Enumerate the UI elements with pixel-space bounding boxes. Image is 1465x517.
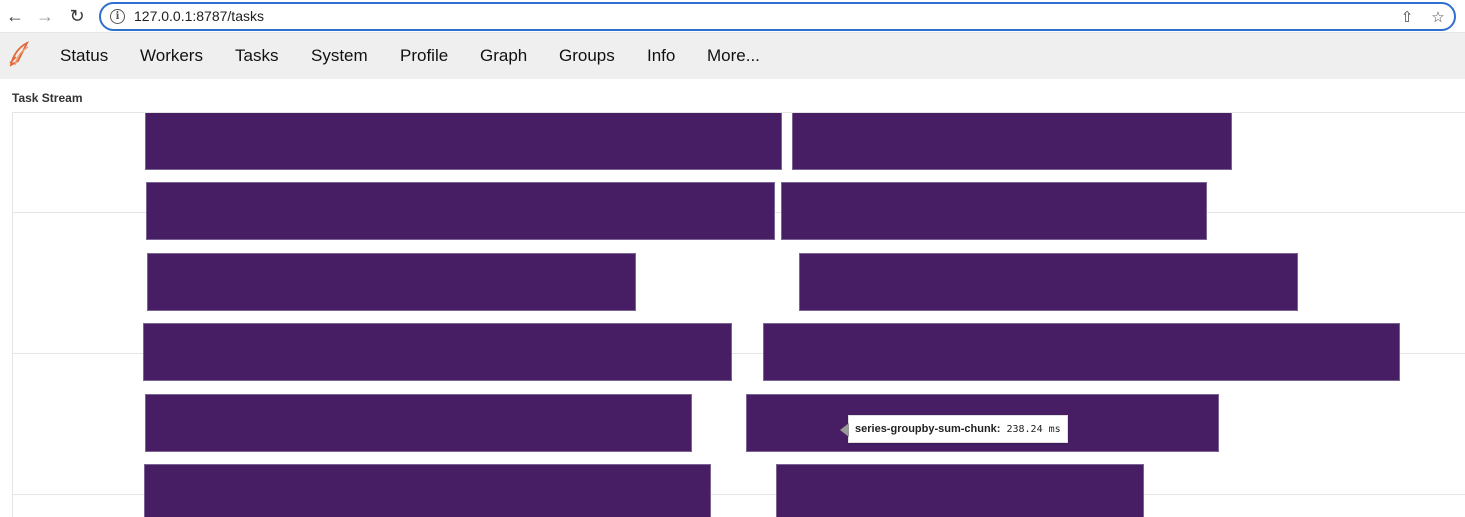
task-bar[interactable] — [799, 253, 1298, 311]
task-bar[interactable] — [147, 253, 636, 311]
task-bar[interactable] — [146, 182, 775, 240]
nav-status[interactable]: Status — [60, 46, 108, 66]
task-tooltip: series-groupby-sum-chunk: 238.24 ms — [840, 415, 1068, 443]
task-bar[interactable] — [145, 394, 692, 452]
share-icon[interactable]: ⇧ — [1397, 7, 1417, 27]
nav-info[interactable]: Info — [647, 46, 675, 66]
arrow-left-icon: ← — [6, 5, 24, 26]
task-bar[interactable] — [143, 323, 732, 381]
star-icon[interactable]: ☆ — [1428, 7, 1448, 27]
info-icon[interactable]: i — [110, 9, 125, 24]
task-stream-title: Task Stream — [12, 91, 83, 105]
app-navbar: Status Workers Tasks System Profile Grap… — [0, 33, 1465, 79]
nav-groups[interactable]: Groups — [559, 46, 615, 66]
task-stream-plot[interactable] — [12, 112, 1465, 517]
back-button[interactable]: ← — [3, 4, 27, 28]
url-text: 127.0.0.1:8787/tasks — [134, 8, 264, 24]
reload-button[interactable]: ↻ — [65, 4, 89, 28]
arrow-right-icon: → — [36, 5, 54, 26]
forward-button[interactable]: → — [33, 4, 57, 28]
dask-logo-icon[interactable] — [7, 41, 31, 69]
browser-toolbar: ← → ↻ i 127.0.0.1:8787/tasks ⇧ ☆ — [0, 0, 1465, 33]
nav-graph[interactable]: Graph — [480, 46, 527, 66]
nav-profile[interactable]: Profile — [400, 46, 448, 66]
task-bar[interactable] — [144, 464, 711, 517]
task-bar[interactable] — [792, 113, 1232, 170]
nav-workers[interactable]: Workers — [140, 46, 203, 66]
reload-icon: ↻ — [69, 5, 85, 26]
address-bar[interactable]: i 127.0.0.1:8787/tasks ⇧ ☆ — [99, 2, 1456, 31]
task-bar[interactable] — [776, 464, 1144, 517]
task-bar[interactable] — [763, 323, 1400, 381]
nav-tasks[interactable]: Tasks — [235, 46, 278, 66]
nav-system[interactable]: System — [311, 46, 368, 66]
task-bar[interactable] — [145, 113, 782, 170]
tooltip-task-name: series-groupby-sum-chunk: — [855, 423, 1001, 435]
task-bar[interactable] — [781, 182, 1207, 240]
nav-more[interactable]: More... — [707, 46, 760, 66]
tooltip-duration: 238.24 ms — [1006, 423, 1061, 435]
